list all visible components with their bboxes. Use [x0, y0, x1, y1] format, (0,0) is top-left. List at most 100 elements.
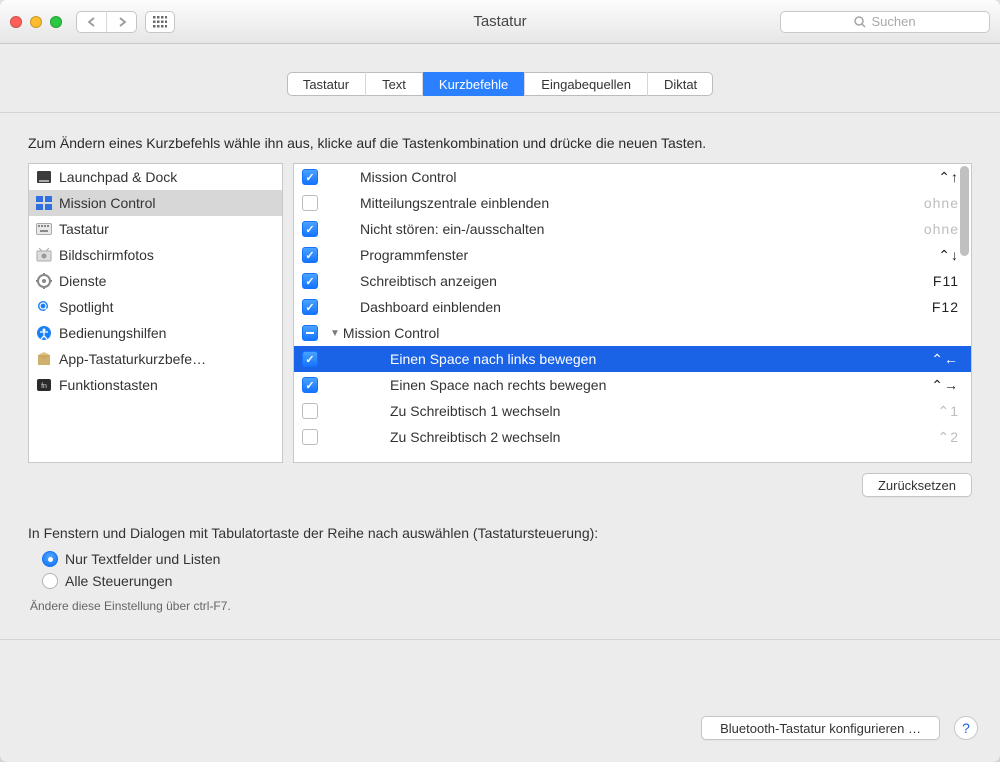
shortcut-keys[interactable]: ohne — [924, 221, 959, 237]
shortcut-checkbox[interactable] — [302, 377, 318, 393]
shortcut-label: Mission Control — [360, 169, 928, 185]
zoom-window-button[interactable] — [50, 16, 62, 28]
shortcut-row[interactable]: Einen Space nach links bewegen ⌃← — [294, 346, 971, 372]
category-icon — [35, 247, 53, 263]
radio-button[interactable] — [42, 551, 58, 567]
shortcut-row[interactable]: Dashboard einblenden F12 — [294, 294, 971, 320]
shortcut-row[interactable]: Nicht stören: ein-/ausschalten ohne — [294, 216, 971, 242]
category-icon: fn — [35, 377, 53, 393]
shortcut-row[interactable]: Mitteilungszentrale einblenden ohne — [294, 190, 971, 216]
shortcut-row[interactable]: ▼Mission Control — [294, 320, 971, 346]
shortcut-row[interactable]: Einen Space nach rechts bewegen⌃→ — [294, 372, 971, 398]
category-list[interactable]: Launchpad & Dock Mission Control Tastatur B… — [28, 163, 283, 463]
tab-kurzbefehle[interactable]: Kurzbefehle — [423, 72, 525, 96]
forward-button[interactable] — [107, 11, 137, 33]
tab-diktat[interactable]: Diktat — [648, 72, 713, 96]
shortcut-label: Mission Control — [343, 325, 959, 341]
shortcut-checkbox[interactable] — [302, 169, 318, 185]
reset-button-label: Zurücksetzen — [878, 478, 956, 493]
category-icon — [35, 221, 53, 237]
shortcut-checkbox[interactable] — [302, 351, 318, 367]
shortcut-keys[interactable]: ohne — [924, 195, 959, 211]
shortcut-label: Programmfenster — [360, 247, 928, 263]
tab-text[interactable]: Text — [366, 72, 423, 96]
shortcut-checkbox[interactable] — [302, 247, 318, 263]
show-all-button[interactable] — [145, 11, 175, 33]
shortcut-label: Nicht stören: ein-/ausschalten — [360, 221, 914, 237]
shortcut-label: Mitteilungszentrale einblenden — [360, 195, 914, 211]
svg-text:fn: fn — [41, 383, 47, 390]
shortcut-keys[interactable]: ⌃→ — [931, 377, 959, 394]
bluetooth-keyboard-label: Bluetooth-Tastatur konfigurieren … — [720, 721, 921, 736]
category-label: Bedienungshilfen — [59, 325, 166, 341]
radio-text-fields-lists[interactable]: Nur Textfelder und Listen — [42, 551, 972, 567]
category-item[interactable]: Tastatur — [29, 216, 282, 242]
shortcut-checkbox[interactable] — [302, 299, 318, 315]
titlebar: Tastatur Suchen — [0, 0, 1000, 44]
radio-button[interactable] — [42, 573, 58, 589]
category-item[interactable]: Dienste — [29, 268, 282, 294]
category-icon — [35, 273, 53, 289]
bluetooth-keyboard-button[interactable]: Bluetooth-Tastatur konfigurieren … — [701, 716, 940, 740]
category-item[interactable]: Bedienungshilfen — [29, 320, 282, 346]
shortcut-row[interactable]: Zu Schreibtisch 1 wechseln ⌃1 — [294, 398, 971, 424]
shortcut-checkbox[interactable] — [302, 325, 318, 341]
radio-option-label: Nur Textfelder und Listen — [65, 551, 220, 567]
category-item[interactable]: fnFunktionstasten — [29, 372, 282, 398]
shortcut-checkbox[interactable] — [302, 221, 318, 237]
instruction-text: Zum Ändern eines Kurzbefehls wähle ihn a… — [28, 135, 972, 151]
category-item[interactable]: Mission Control — [29, 190, 282, 216]
shortcuts-panel: Zum Ändern eines Kurzbefehls wähle ihn a… — [0, 112, 1000, 640]
category-item[interactable]: Bildschirmfotos — [29, 242, 282, 268]
category-label: App-Tastaturkurzbefe… — [59, 351, 206, 367]
category-icon — [35, 325, 53, 341]
radio-option-label: Alle Steuerungen — [65, 573, 172, 589]
search-input[interactable]: Suchen — [780, 11, 990, 33]
shortcut-row[interactable]: Programmfenster ⌃↓ — [294, 242, 971, 268]
tab-tastatur[interactable]: Tastatur — [287, 72, 366, 96]
tabs-row: TastaturTextKurzbefehleEingabequellenDik… — [0, 44, 1000, 112]
scrollbar[interactable] — [960, 166, 969, 256]
radio-section-label: In Fenstern und Dialogen mit Tabulatorta… — [28, 525, 972, 541]
shortcut-checkbox[interactable] — [302, 273, 318, 289]
category-icon — [35, 299, 53, 315]
shortcut-row[interactable]: Schreibtisch anzeigenF11 — [294, 268, 971, 294]
radio-all-controls[interactable]: Alle Steuerungen — [42, 573, 972, 589]
preferences-window: Tastatur Suchen TastaturTextKurzbefehleE… — [0, 0, 1000, 762]
shortcut-keys[interactable]: F12 — [932, 299, 959, 315]
back-button[interactable] — [76, 11, 106, 33]
category-item[interactable]: App-Tastaturkurzbefe… — [29, 346, 282, 372]
category-icon — [35, 169, 53, 185]
shortcut-checkbox[interactable] — [302, 403, 318, 419]
shortcut-label: Zu Schreibtisch 1 wechseln — [390, 403, 927, 419]
category-item[interactable]: Spotlight — [29, 294, 282, 320]
close-window-button[interactable] — [10, 16, 22, 28]
shortcut-row[interactable]: Zu Schreibtisch 2 wechseln⌃2 — [294, 424, 971, 450]
keyboard-navigation-section: In Fenstern und Dialogen mit Tabulatorta… — [28, 525, 972, 613]
disclosure-triangle-icon[interactable]: ▼ — [330, 328, 340, 339]
nav-back-forward — [76, 11, 137, 33]
shortcut-row[interactable]: Mission Control ⌃↑ — [294, 164, 971, 190]
category-label: Tastatur — [59, 221, 109, 237]
shortcut-keys[interactable]: F11 — [933, 273, 959, 289]
shortcut-checkbox[interactable] — [302, 195, 318, 211]
help-button[interactable]: ? — [954, 716, 978, 740]
category-label: Spotlight — [59, 299, 113, 315]
shortcut-keys[interactable]: ⌃1 — [937, 403, 959, 420]
minimize-window-button[interactable] — [30, 16, 42, 28]
reset-button[interactable]: Zurücksetzen — [862, 473, 972, 497]
category-icon — [35, 351, 53, 367]
shortcut-keys[interactable]: ⌃← — [931, 351, 959, 368]
shortcut-keys[interactable]: ⌃↑ — [938, 169, 959, 186]
tab-eingabequellen[interactable]: Eingabequellen — [525, 72, 648, 96]
shortcut-checkbox[interactable] — [302, 429, 318, 445]
shortcut-label: Dashboard einblenden — [360, 299, 922, 315]
shortcut-keys[interactable]: ⌃↓ — [938, 247, 959, 264]
category-label: Bildschirmfotos — [59, 247, 154, 263]
bottom-bar: Bluetooth-Tastatur konfigurieren … ? — [0, 700, 1000, 762]
category-item[interactable]: Launchpad & Dock — [29, 164, 282, 190]
shortcut-label: Einen Space nach links bewegen — [390, 351, 921, 367]
category-label: Launchpad & Dock — [59, 169, 177, 185]
shortcut-keys[interactable]: ⌃2 — [937, 429, 959, 446]
shortcut-list[interactable]: Mission Control ⌃↑ Mitteilungszentrale ein… — [293, 163, 972, 463]
